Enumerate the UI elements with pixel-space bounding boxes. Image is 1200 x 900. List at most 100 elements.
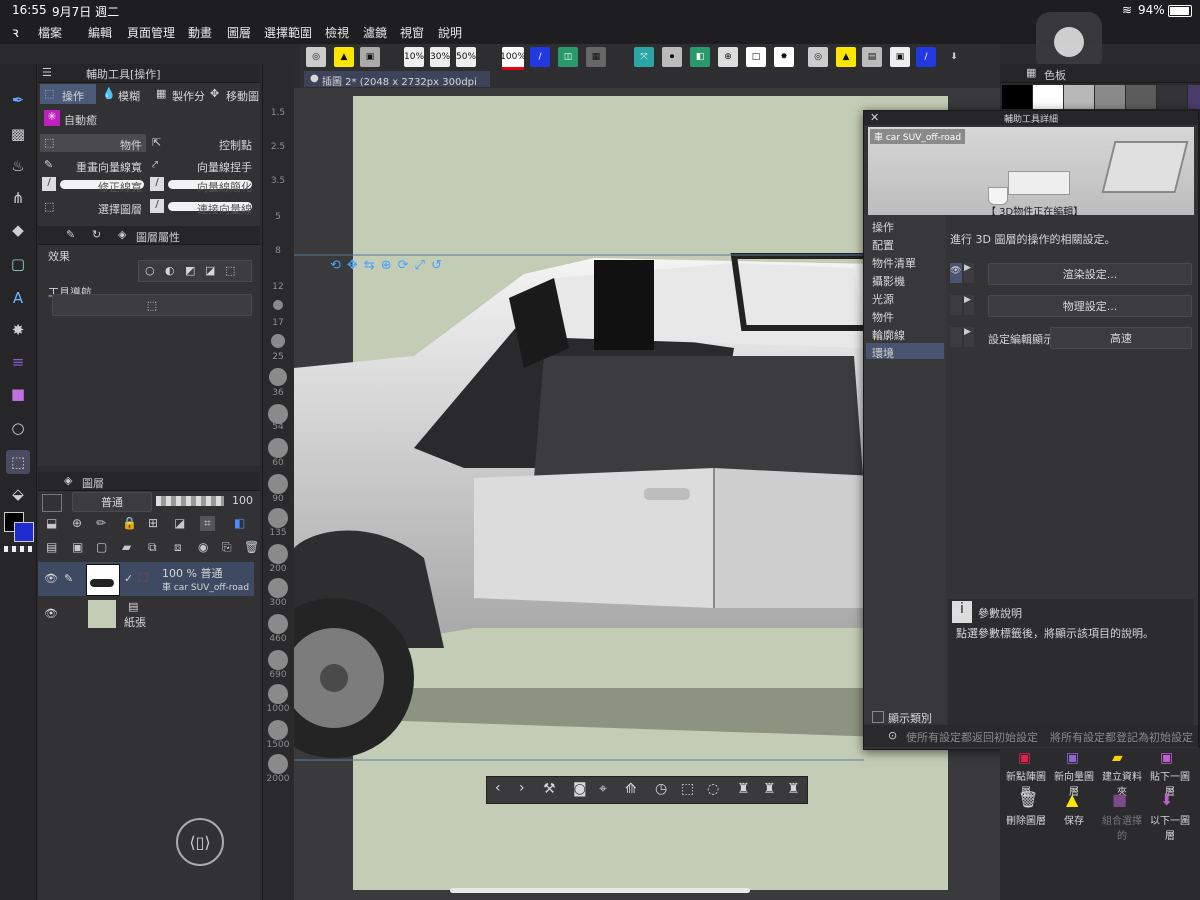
grid-icon[interactable]: ▦ xyxy=(586,47,606,67)
opacity-slider[interactable] xyxy=(156,496,224,506)
size-label[interactable]: 90 xyxy=(263,494,293,504)
layer-row[interactable]: 👁 ✎ ✓ ⬚ 100 % 普通 車 car SUV_off-road xyxy=(38,562,254,596)
size-label[interactable]: 60 xyxy=(263,458,293,468)
new-vector-layer-icon[interactable]: ▣ xyxy=(1066,750,1079,766)
category-item[interactable]: 攝影機 xyxy=(872,273,905,289)
square-icon[interactable]: □ xyxy=(746,47,766,67)
subtool-item-vector-pinch[interactable]: ⤤ 向量線捏手 xyxy=(148,156,256,174)
category-item[interactable]: 物件 xyxy=(872,309,894,325)
merge-icon[interactable]: ⧈ xyxy=(174,540,182,555)
merge-selected-icon[interactable]: ■ xyxy=(1112,790,1127,809)
record-icon[interactable]: ⏺ xyxy=(662,47,682,67)
menu-window[interactable]: 視窗 xyxy=(400,24,424,41)
size-label[interactable]: 690 xyxy=(263,670,293,680)
layer-grid-icon[interactable]: ▤ xyxy=(46,540,57,554)
burst-icon[interactable]: ✸ xyxy=(774,47,794,67)
canvas-tab[interactable]: ● 插圖 2* (2048 x 2732px 300dpi 66.1%) xyxy=(304,71,490,99)
category-item[interactable]: 操作 xyxy=(872,219,894,235)
3d-manipulator-icons[interactable]: ⟲✥⇆⊕⟳⤢↺ xyxy=(330,258,500,276)
lamp2-icon[interactable]: ♜ xyxy=(763,781,776,797)
zoom-10-button[interactable]: 10% xyxy=(404,47,424,67)
burst-tool-icon[interactable]: ✸ xyxy=(6,318,30,342)
camera-move-icon[interactable]: ⇆ xyxy=(364,258,381,273)
zoom-50-button[interactable]: 50% xyxy=(456,47,476,67)
warning-icon[interactable]: ▲ xyxy=(836,47,856,67)
render-toggle[interactable]: 👁 xyxy=(950,263,962,283)
category-item[interactable]: 輪廓線 xyxy=(872,327,905,343)
transfer-icon[interactable]: ⧉ xyxy=(148,540,157,555)
subtool-item-control-point[interactable]: ⇱ 控制點 xyxy=(148,134,256,152)
display-toggle[interactable] xyxy=(950,327,962,347)
size-label[interactable]: 135 xyxy=(263,528,293,538)
border-effect-icon[interactable]: ○ xyxy=(145,264,155,277)
split-view-button[interactable]: ⟨▯⟩ xyxy=(176,818,224,866)
menu-animation[interactable]: 動畫 xyxy=(188,24,212,41)
size-label[interactable]: 460 xyxy=(263,634,293,644)
color-swatch[interactable] xyxy=(1157,85,1187,109)
size-label[interactable]: 2000 xyxy=(263,774,293,784)
operation-tool-icon[interactable]: ⬚ xyxy=(6,450,30,474)
clock-icon[interactable]: ◷ xyxy=(655,781,667,797)
category-item[interactable]: 光源 xyxy=(872,291,894,307)
category-item-selected[interactable]: 環境 xyxy=(866,343,944,360)
merge-selected-button[interactable]: 組合選擇的 xyxy=(1098,812,1146,842)
merge-down-button[interactable]: 以下一圖層 xyxy=(1146,812,1194,842)
subtool-tab-operation[interactable]: 操作 ⬚ xyxy=(40,84,96,104)
texture-icon[interactable]: ◪ xyxy=(205,264,215,277)
prev-icon[interactable]: ‹ xyxy=(495,780,501,796)
render-expand-icon[interactable]: ▶ xyxy=(964,263,974,283)
size-label[interactable]: 200 xyxy=(263,564,293,574)
delete-layer-icon[interactable]: 🗑 xyxy=(1018,790,1038,809)
delete-layer-button[interactable]: 刪除圖層 xyxy=(1002,812,1050,827)
size-label[interactable]: 1000 xyxy=(263,704,293,714)
frame-tool-icon[interactable]: ▢ xyxy=(6,252,30,276)
edit-pencil-icon[interactable]: ✎ xyxy=(64,572,73,585)
rotate-3d-icon[interactable]: ⟳ xyxy=(398,258,415,273)
camera-icon[interactable]: ◙ xyxy=(573,781,587,797)
scale-3d-icon[interactable]: ⤢ xyxy=(415,258,431,273)
fill-tool-icon[interactable]: ⬙ xyxy=(6,482,30,506)
ruler-icon[interactable]: ⌗ xyxy=(200,516,215,531)
size-label[interactable]: 300 xyxy=(263,598,293,608)
color-swatch[interactable] xyxy=(1002,85,1032,109)
opacity-value[interactable]: 100 xyxy=(232,494,253,507)
subtool-tab-blur[interactable]: 模糊 💧 xyxy=(98,84,150,104)
color-swatch[interactable] xyxy=(1188,85,1200,109)
clip-icon[interactable]: ⬓ xyxy=(46,516,57,530)
new-raster-layer-icon[interactable]: ▣ xyxy=(1018,750,1031,766)
transparent-swatch[interactable] xyxy=(4,546,32,552)
size-label[interactable]: 17 xyxy=(263,318,293,328)
lamp3-icon[interactable]: ♜ xyxy=(787,781,800,797)
menu-icon[interactable]: ☰ xyxy=(42,66,52,79)
size-label[interactable]: 36 xyxy=(263,388,293,398)
subtool-item-redraw-width[interactable]: ✎ 重畫向量線寬 xyxy=(40,156,146,174)
new-vector-icon[interactable]: ▢ xyxy=(96,540,107,554)
size-label[interactable]: 1500 xyxy=(263,740,293,750)
size-label[interactable]: 2.5 xyxy=(263,142,293,152)
grass-tool-icon[interactable]: ⋔ xyxy=(6,186,30,210)
blend-mode-select[interactable]: 普通 xyxy=(72,492,152,512)
physics-expand-icon[interactable]: ▶ xyxy=(964,295,974,315)
camera-pan-icon[interactable]: ✥ xyxy=(347,258,364,273)
render-settings-button[interactable]: 渲染設定... xyxy=(988,263,1192,285)
size-label[interactable]: 25 xyxy=(263,352,293,362)
visibility-icon[interactable]: 👁 xyxy=(44,607,58,620)
new-folder-icon[interactable]: ▰ xyxy=(1112,750,1123,766)
menu-help[interactable]: 說明 xyxy=(438,24,462,41)
layer-mode-icon[interactable]: ◎ xyxy=(306,47,326,67)
lock-icon[interactable]: 🔒 xyxy=(122,516,137,530)
layer-row[interactable]: 👁 ▤ 紙張 xyxy=(38,598,254,630)
size-label[interactable]: 12 xyxy=(263,282,293,292)
target-icon[interactable]: ⊕ xyxy=(718,47,738,67)
camera-rotate-icon[interactable]: ⟲ xyxy=(330,258,347,273)
tone-effect-icon[interactable]: ◐ xyxy=(165,264,175,277)
ground-icon[interactable]: ⟰ xyxy=(625,781,637,797)
brush-tab-icon[interactable]: ✎ xyxy=(66,228,75,241)
trash-icon[interactable]: 🗑 xyxy=(244,540,259,554)
color-swatch[interactable] xyxy=(1095,85,1125,109)
menu-edit[interactable]: 編輯 xyxy=(88,24,112,41)
size-label[interactable]: 1.5 xyxy=(263,108,293,118)
mask-add-icon[interactable]: ◉ xyxy=(198,540,208,554)
display-expand-icon[interactable]: ▶ xyxy=(964,327,974,347)
draft-icon[interactable]: ✏ xyxy=(96,516,106,530)
